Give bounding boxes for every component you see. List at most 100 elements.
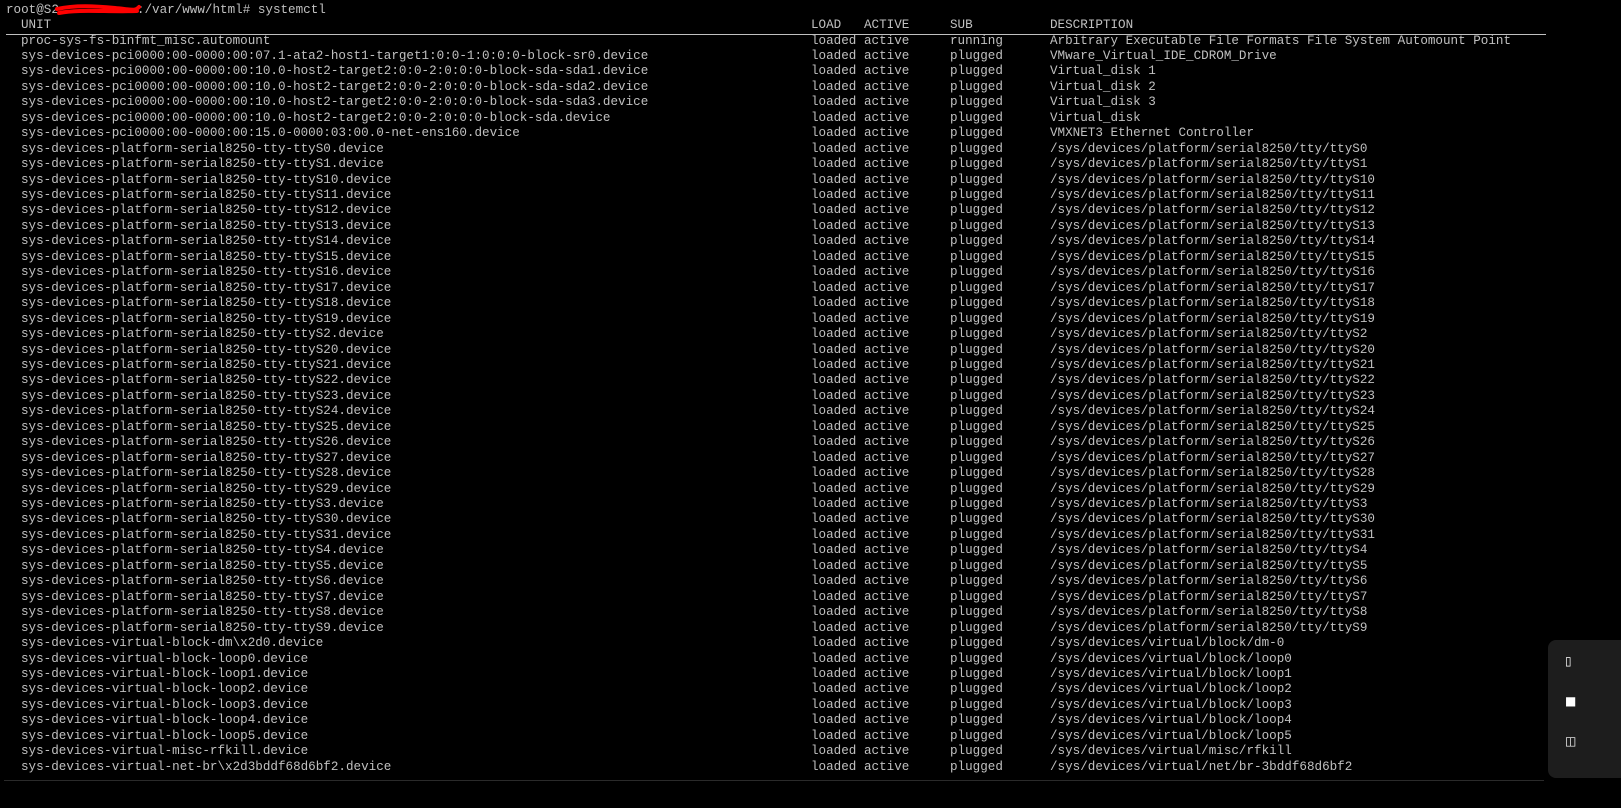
cell-sub: plugged [950, 388, 1003, 403]
square-icon[interactable]: ▯ [1565, 654, 1577, 668]
cell-sub: plugged [950, 481, 1003, 496]
cell-load: loaded [811, 141, 857, 156]
cell-unit: sys-devices-platform-serial8250-tty-ttyS… [21, 388, 392, 403]
cell-sub: plugged [950, 697, 1003, 712]
cell-sub: plugged [950, 666, 1003, 681]
cell-description: /sys/devices/platform/serial8250/tty/tty… [1050, 342, 1375, 357]
terminal-window[interactable]: root@S2xxxxx0010:/var/www/html# systemct… [0, 0, 1621, 808]
cell-description: /sys/devices/virtual/block/dm-0 [1050, 636, 1285, 651]
cell-active: active [864, 373, 910, 388]
cell-description: /sys/devices/platform/serial8250/tty/tty… [1050, 141, 1368, 156]
cell-active: active [864, 481, 910, 496]
cell-sub: plugged [950, 265, 1003, 280]
cell-sub: plugged [950, 589, 1003, 604]
cell-load: loaded [811, 404, 857, 419]
cell-active: active [864, 527, 910, 542]
column-header-sub: SUB [950, 18, 973, 32]
cell-sub: plugged [950, 527, 1003, 542]
cell-unit: sys-devices-pci0000:00-0000:00:10.0-host… [21, 95, 649, 110]
cell-unit: sys-devices-platform-serial8250-tty-ttyS… [21, 141, 384, 156]
cell-description: /sys/devices/platform/serial8250/tty/tty… [1050, 234, 1375, 249]
cell-sub: plugged [950, 141, 1003, 156]
cell-active: active [864, 234, 910, 249]
cell-unit: sys-devices-platform-serial8250-tty-ttyS… [21, 574, 384, 589]
cell-active: active [864, 110, 910, 125]
cell-sub: plugged [950, 234, 1003, 249]
table-row: sys-devices-platform-serial8250-tty-ttyS… [0, 312, 1560, 328]
table-row: sys-devices-platform-serial8250-tty-ttyS… [0, 281, 1560, 297]
cell-load: loaded [811, 64, 857, 79]
cell-sub: plugged [950, 203, 1003, 218]
cell-active: active [864, 574, 910, 589]
cell-active: active [864, 265, 910, 280]
table-row: sys-devices-platform-serial8250-tty-ttyS… [0, 435, 1560, 451]
cell-unit: sys-devices-virtual-block-loop4.device [21, 713, 309, 728]
table-header: UNIT LOAD ACTIVE SUB DESCRIPTION [0, 18, 1560, 34]
cell-active: active [864, 141, 910, 156]
cell-active: active [864, 126, 910, 141]
table-row: sys-devices-platform-serial8250-tty-ttyS… [0, 605, 1560, 621]
cell-active: active [864, 512, 910, 527]
cell-unit: sys-devices-platform-serial8250-tty-ttyS… [21, 404, 392, 419]
cell-sub: plugged [950, 249, 1003, 264]
cell-sub: plugged [950, 728, 1003, 743]
cell-active: active [864, 327, 910, 342]
cell-load: loaded [811, 126, 857, 141]
cell-load: loaded [811, 450, 857, 465]
table-row: sys-devices-virtual-block-loop2.device lo… [0, 682, 1560, 698]
table-row: sys-devices-platform-serial8250-tty-ttyS… [0, 358, 1560, 374]
table-row: sys-devices-platform-serial8250-tty-ttyS… [0, 234, 1560, 250]
cell-active: active [864, 188, 910, 202]
cell-sub: plugged [950, 543, 1003, 558]
cell-unit: sys-devices-virtual-block-loop0.device [21, 651, 309, 666]
cell-sub: plugged [950, 450, 1003, 465]
cell-active: active [864, 388, 910, 403]
cell-load: loaded [811, 574, 857, 589]
filled-square-icon[interactable]: ■ [1565, 694, 1577, 708]
cell-active: active [864, 342, 910, 357]
table-row: sys-devices-platform-serial8250-tty-ttyS… [0, 296, 1560, 312]
cell-sub: plugged [950, 636, 1003, 651]
cell-unit: sys-devices-platform-serial8250-tty-ttyS… [21, 512, 392, 527]
cell-unit: sys-devices-platform-serial8250-tty-ttyS… [21, 605, 384, 620]
cell-description: /sys/devices/platform/serial8250/tty/tty… [1050, 311, 1375, 326]
cell-unit: proc-sys-fs-binfmt_misc.automount [21, 33, 271, 48]
cell-active: active [864, 249, 910, 264]
cell-description: Virtual_disk [1050, 110, 1141, 125]
cell-active: active [864, 48, 910, 63]
table-row: sys-devices-platform-serial8250-tty-ttyS… [0, 343, 1560, 359]
cell-active: active [864, 450, 910, 465]
table-row: sys-devices-platform-serial8250-tty-ttyS… [0, 543, 1560, 559]
cell-sub: plugged [950, 605, 1003, 620]
cell-unit: sys-devices-pci0000:00-0000:00:10.0-host… [21, 79, 649, 94]
horizontal-scrollbar[interactable] [4, 780, 1544, 781]
table-row: sys-devices-platform-serial8250-tty-ttyS… [0, 219, 1560, 235]
cell-description: /sys/devices/platform/serial8250/tty/tty… [1050, 450, 1375, 465]
cell-load: loaded [811, 218, 857, 233]
cell-active: active [864, 218, 910, 233]
cell-unit: sys-devices-platform-serial8250-tty-ttyS… [21, 296, 392, 311]
cell-load: loaded [811, 234, 857, 249]
cell-load: loaded [811, 33, 857, 48]
cell-load: loaded [811, 157, 857, 172]
table-row: sys-devices-platform-serial8250-tty-ttyS… [0, 389, 1560, 405]
cell-unit: sys-devices-pci0000:00-0000:00:07.1-ata2… [21, 48, 649, 63]
cell-sub: plugged [950, 651, 1003, 666]
table-row: sys-devices-pci0000:00-0000:00:10.0-host… [0, 111, 1560, 127]
window-icon[interactable]: ◫ [1565, 734, 1577, 748]
cell-sub: plugged [950, 48, 1003, 63]
cell-description: /sys/devices/virtual/block/loop3 [1050, 697, 1292, 712]
cell-description: /sys/devices/platform/serial8250/tty/tty… [1050, 605, 1368, 620]
floating-side-toolbar[interactable]: ▯ ■ ◫ [1548, 640, 1621, 778]
table-row: sys-devices-platform-serial8250-tty-ttyS… [0, 528, 1560, 544]
cell-unit: sys-devices-virtual-block-loop1.device [21, 666, 309, 681]
cell-load: loaded [811, 605, 857, 620]
cell-active: active [864, 713, 910, 728]
table-row: sys-devices-virtual-block-dm\x2d0.device… [0, 636, 1560, 652]
cell-active: active [864, 605, 910, 620]
cell-active: active [864, 636, 910, 651]
cell-active: active [864, 728, 910, 743]
cell-active: active [864, 558, 910, 573]
cell-description: Arbitrary Executable File Formats File S… [1050, 33, 1512, 48]
cell-description: /sys/devices/platform/serial8250/tty/tty… [1050, 265, 1375, 280]
